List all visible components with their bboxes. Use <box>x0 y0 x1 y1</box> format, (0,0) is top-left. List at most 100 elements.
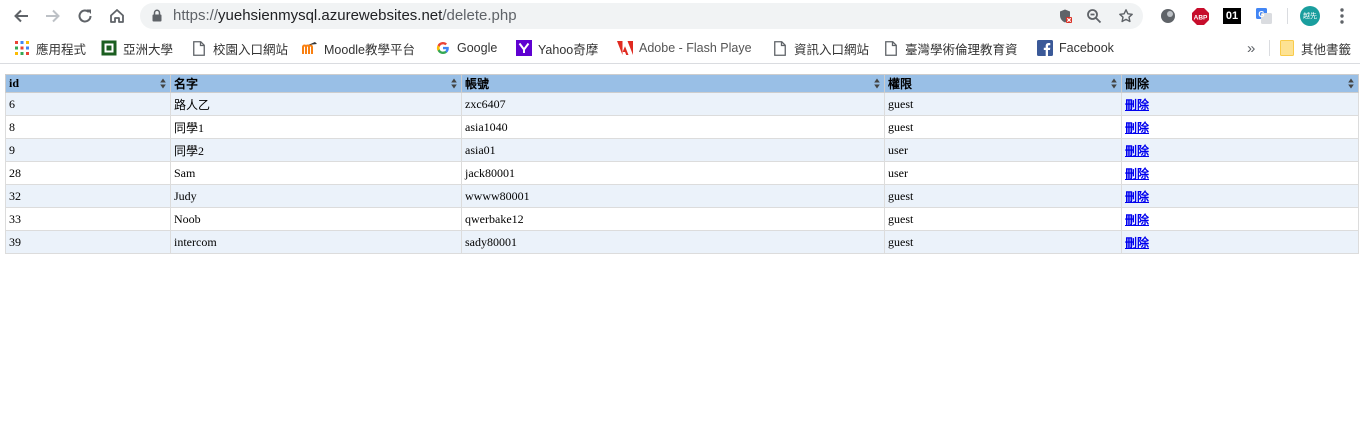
users-table: id 名字 帳號 權限 刪除 6 路人乙 zxc6407 guest 刪除 8 … <box>5 74 1359 254</box>
bookmark-label: 亞洲大學 <box>123 42 174 57</box>
bookmark-moodle[interactable]: Moodle教學平台 <box>302 39 427 57</box>
chevron-double-right-icon: » <box>1247 39 1256 57</box>
cell-role: guest <box>884 230 1122 254</box>
delete-link[interactable]: 刪除 <box>1125 213 1149 227</box>
bookmark-star-icon[interactable] <box>1117 7 1135 25</box>
cell-name: Judy <box>170 184 462 208</box>
table-row: 28 Sam jack80001 user 刪除 <box>5 161 1359 185</box>
bookmark-google[interactable]: Google <box>435 39 505 57</box>
table-row: 8 同學1 asia1040 guest 刪除 <box>5 115 1359 139</box>
bookmark-asia-university[interactable]: 亞洲大學 <box>101 39 181 57</box>
bookmark-label: 應用程式 <box>36 42 87 57</box>
cell-name: 同學1 <box>170 115 462 139</box>
cell-account: qwerbake12 <box>461 207 885 231</box>
bookmarks-divider <box>1269 40 1270 56</box>
reload-icon <box>78 9 92 23</box>
page-icon <box>883 40 899 56</box>
bookmark-campus-portal[interactable]: 校園入口網站 <box>191 39 291 57</box>
cell-delete: 刪除 <box>1121 115 1359 139</box>
apps-grid-icon <box>14 40 30 56</box>
bookmark-label: 其他書籤 <box>1301 42 1352 57</box>
blocked-content-icon[interactable] <box>1056 7 1074 25</box>
sort-icon <box>1348 78 1354 89</box>
table-row: 39 intercom sady80001 guest 刪除 <box>5 230 1359 254</box>
bookmarks-overflow-button[interactable]: » <box>1247 39 1261 57</box>
url-scheme: https:// <box>173 7 219 24</box>
folder-icon <box>1279 40 1295 56</box>
facebook-icon <box>1037 40 1053 56</box>
cell-id: 9 <box>5 138 171 162</box>
cell-account: asia01 <box>461 138 885 162</box>
adblock-plus-icon[interactable]: ABP <box>1190 6 1210 26</box>
extension-circle-icon[interactable] <box>1158 6 1178 26</box>
cell-delete: 刪除 <box>1121 184 1359 208</box>
column-header-account[interactable]: 帳號 <box>461 74 885 93</box>
address-bar[interactable]: https://yuehsienmysql.azurewebsites.net/… <box>140 3 1143 29</box>
sort-icon <box>874 78 880 89</box>
cell-delete: 刪除 <box>1121 138 1359 162</box>
delete-link[interactable]: 刪除 <box>1125 190 1149 204</box>
google-translate-icon[interactable]: G <box>1254 6 1274 26</box>
forward-button[interactable] <box>41 4 65 28</box>
other-bookmarks-folder[interactable]: 其他書籤 <box>1279 39 1354 57</box>
bookmark-label: Adobe - Flash Playe <box>639 41 752 55</box>
profile-avatar[interactable]: 越先 <box>1300 6 1320 26</box>
bookmark-label: 校園入口網站 <box>213 42 289 57</box>
o1-extension-icon[interactable]: 01 <box>1222 6 1242 26</box>
cell-account: jack80001 <box>461 161 885 185</box>
delete-link[interactable]: 刪除 <box>1125 98 1149 112</box>
header-label: 刪除 <box>1125 77 1150 91</box>
header-label: 名字 <box>174 77 199 91</box>
column-header-name[interactable]: 名字 <box>170 74 462 93</box>
url-host: yuehsienmysql.azurewebsites.net <box>218 7 443 24</box>
chrome-menu-button[interactable] <box>1332 6 1352 26</box>
page-icon <box>191 40 207 56</box>
cell-delete: 刪除 <box>1121 230 1359 254</box>
toolbar-divider <box>1287 8 1288 24</box>
cell-id: 33 <box>5 207 171 231</box>
abp-label: ABP <box>1193 14 1207 21</box>
users-table-container: id 名字 帳號 權限 刪除 6 路人乙 zxc6407 guest 刪除 8 … <box>5 74 1359 254</box>
delete-link[interactable]: 刪除 <box>1125 144 1149 158</box>
cell-account: zxc6407 <box>461 92 885 116</box>
adobe-icon <box>617 40 633 56</box>
bookmark-label: 資訊入口網站 <box>794 42 870 57</box>
cell-id: 28 <box>5 161 171 185</box>
header-label: 帳號 <box>465 77 490 91</box>
bookmark-research-ethics[interactable]: 臺灣學術倫理教育資 <box>883 39 1023 57</box>
column-header-role[interactable]: 權限 <box>884 74 1122 93</box>
back-button[interactable] <box>9 4 33 28</box>
cell-role: guest <box>884 92 1122 116</box>
column-header-delete[interactable]: 刪除 <box>1121 74 1359 93</box>
lock-icon <box>152 9 162 22</box>
bookmark-adobe-flash[interactable]: Adobe - Flash Playe <box>617 39 753 57</box>
header-label: 權限 <box>888 77 913 91</box>
cell-name: Noob <box>170 207 462 231</box>
delete-link[interactable]: 刪除 <box>1125 236 1149 250</box>
page-icon <box>772 40 788 56</box>
cell-name: 路人乙 <box>170 92 462 116</box>
table-header-row: id 名字 帳號 權限 刪除 <box>5 74 1359 93</box>
cell-role: user <box>884 138 1122 162</box>
bookmark-apps[interactable]: 應用程式 <box>14 39 94 57</box>
more-vert-icon <box>1340 8 1344 24</box>
cell-id: 6 <box>5 92 171 116</box>
sort-icon <box>451 78 457 89</box>
cell-id: 39 <box>5 230 171 254</box>
sort-icon <box>160 78 166 89</box>
delete-link[interactable]: 刪除 <box>1125 121 1149 135</box>
bookmark-info-portal[interactable]: 資訊入口網站 <box>772 39 872 57</box>
bookmark-facebook[interactable]: Facebook <box>1037 39 1122 57</box>
bookmark-label: Google <box>457 41 498 55</box>
zoom-icon[interactable] <box>1085 7 1103 25</box>
reload-button[interactable] <box>73 4 97 28</box>
profile-label: 越先 <box>1300 6 1320 26</box>
o1-label: 01 <box>1223 8 1241 24</box>
moodle-icon <box>302 40 318 56</box>
cell-account: sady80001 <box>461 230 885 254</box>
cell-delete: 刪除 <box>1121 207 1359 231</box>
bookmark-yahoo[interactable]: Yahoo奇摩 <box>516 39 606 57</box>
home-button[interactable] <box>105 4 129 28</box>
delete-link[interactable]: 刪除 <box>1125 167 1149 181</box>
column-header-id[interactable]: id <box>5 74 171 93</box>
